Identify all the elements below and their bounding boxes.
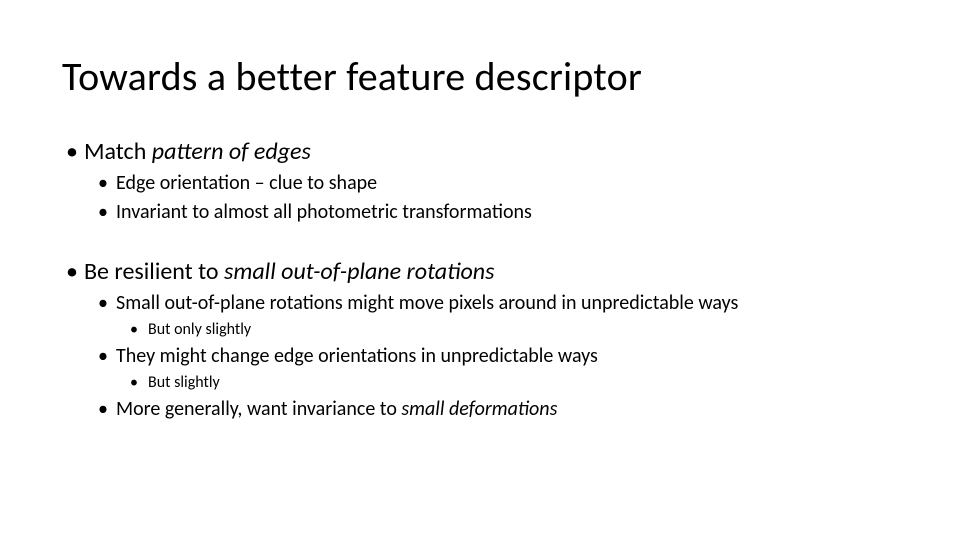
bullet-level2: •More generally, want invariance to smal… [116,397,898,422]
bullet-icon: • [98,291,116,316]
bullet-icon: • [98,171,116,196]
bullet-text: They might change edge orientations in u… [116,344,598,368]
text-run-italic: pattern of edges [152,137,311,166]
bullet-text: Match pattern of edges [84,137,311,166]
bullet-text: Small out-of-plane rotations might move … [116,291,738,315]
bullet-icon: • [130,373,148,393]
bullet-level2: •Invariant to almost all photometric tra… [116,200,898,225]
bullet-icon: • [66,137,84,167]
bullet-icon: • [130,320,148,340]
slide: Towards a better feature descriptor •Mat… [0,0,960,540]
bullet-icon: • [66,257,84,287]
bullet-text: But slightly [148,373,220,392]
text-run-italic: small deformations [401,397,557,421]
bullet-icon: • [98,397,116,422]
bullet-level3: •But slightly [148,373,898,393]
bullet-text: Invariant to almost all photometric tran… [116,200,532,224]
bullet-text: More generally, want invariance to small… [116,397,557,421]
bullet-level2: •They might change edge orientations in … [116,344,898,369]
bullet-level1: •Match pattern of edges [84,137,898,167]
bullet-icon: • [98,344,116,369]
bullet-text: Be resilient to small out-of-plane rotat… [84,257,494,286]
text-run: Match [84,137,152,166]
slide-title: Towards a better feature descriptor [62,52,898,101]
bullet-text: Edge orientation – clue to shape [116,171,377,195]
text-run-italic: small out-of-plane rotations [224,257,494,286]
bullet-level3: •But only slightly [148,320,898,340]
text-run: Be resilient to [84,257,224,286]
slide-body: •Match pattern of edges •Edge orientatio… [62,137,898,422]
bullet-icon: • [98,200,116,225]
bullet-level2: •Small out-of-plane rotations might move… [116,291,898,316]
bullet-text: But only slightly [148,320,251,339]
bullet-level2: •Edge orientation – clue to shape [116,171,898,196]
spacing [62,229,898,257]
text-run: More generally, want invariance to [116,397,401,421]
bullet-level1: •Be resilient to small out-of-plane rota… [84,257,898,287]
